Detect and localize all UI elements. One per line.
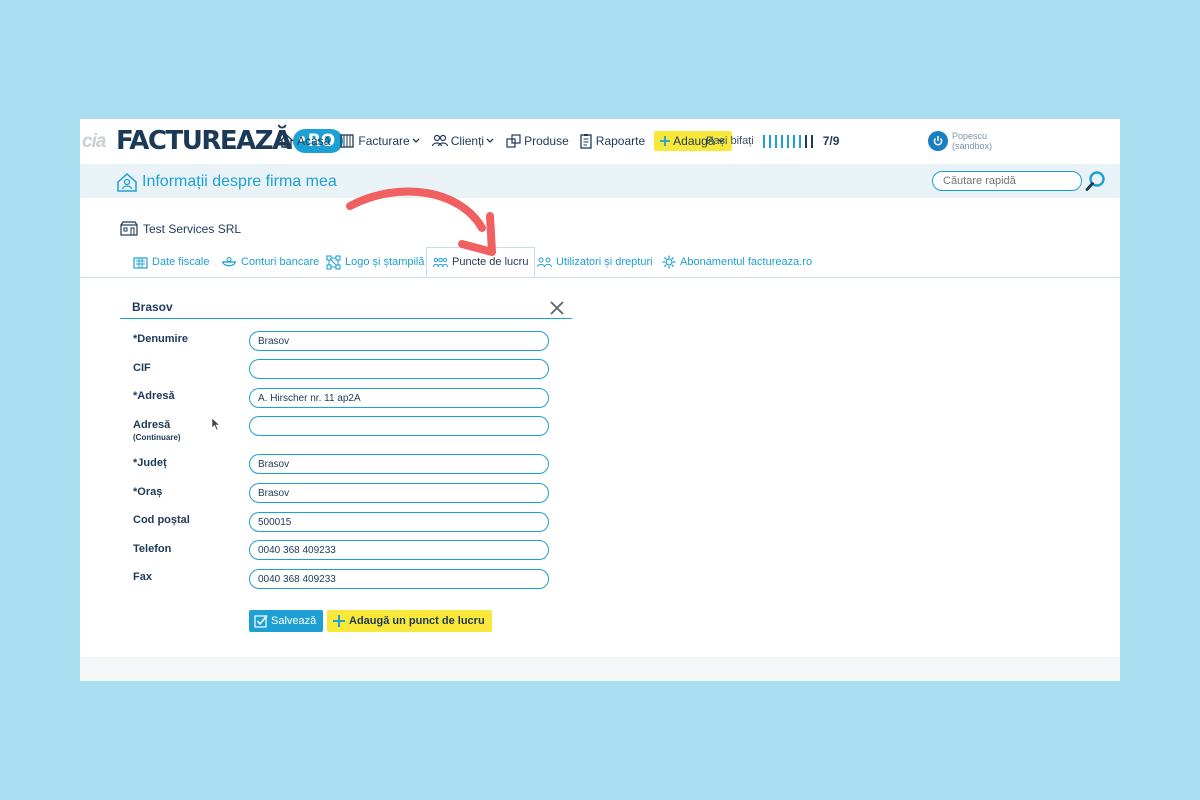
save-button[interactable]: Salvează bbox=[249, 610, 324, 632]
chevron-down-icon bbox=[486, 138, 494, 143]
app-window: cia FACTUREAZĂ RO Acasă Facturare Clienț… bbox=[80, 119, 1120, 681]
users-icon bbox=[537, 257, 552, 268]
user-name: Popescu bbox=[952, 131, 988, 141]
checkbox-check-icon bbox=[254, 615, 268, 628]
settings-tabs: Date fiscale Conturi bancare Logo și șta… bbox=[80, 247, 1120, 278]
label-judet: *Județ bbox=[133, 457, 167, 469]
steps-bars bbox=[762, 134, 817, 148]
subscription-icon bbox=[662, 255, 676, 269]
nav-item-label: Clienți bbox=[450, 134, 485, 148]
bank-icon bbox=[222, 256, 236, 266]
step-bar bbox=[774, 134, 777, 148]
chevron-down-icon bbox=[412, 138, 420, 143]
power-icon[interactable] bbox=[928, 131, 948, 151]
user-info: Popescu (sandbox) bbox=[952, 131, 992, 151]
search-input[interactable] bbox=[932, 171, 1082, 191]
label-telefon: Telefon bbox=[133, 543, 172, 555]
step-bar bbox=[786, 134, 789, 148]
step-bar bbox=[810, 134, 813, 148]
search-icon[interactable] bbox=[1085, 170, 1107, 192]
products-icon bbox=[506, 134, 521, 148]
section-divider bbox=[120, 318, 572, 319]
tab-label: Date fiscale bbox=[152, 256, 210, 268]
plus-icon bbox=[660, 136, 671, 146]
tab-label: Logo și ștampilă bbox=[345, 256, 425, 268]
add-work-point-label: Adaugă un punct de lucru bbox=[349, 615, 485, 627]
top-navbar: cia FACTUREAZĂ RO Acasă Facturare Clienț… bbox=[80, 119, 1120, 164]
tab-utilizatori[interactable]: Utilizatori și drepturi bbox=[537, 251, 653, 273]
workpoints-icon bbox=[433, 257, 448, 268]
fax-input[interactable] bbox=[249, 569, 549, 589]
ghost-logo-text: cia bbox=[82, 131, 106, 152]
user-menu[interactable]: Popescu (sandbox) bbox=[928, 131, 992, 151]
footer-band bbox=[80, 657, 1120, 681]
page-title-text: Informații despre firma mea bbox=[142, 173, 337, 190]
label-cif: CIF bbox=[133, 362, 151, 374]
step-bar bbox=[762, 134, 765, 148]
tab-abonament[interactable]: Abonamentul factureaza.ro bbox=[662, 251, 812, 273]
mouse-cursor-icon bbox=[211, 417, 221, 431]
nav-item-label: Rapoarte bbox=[595, 134, 646, 148]
label-denumire: *Denumire bbox=[133, 333, 189, 345]
nav-item-label: Acasă bbox=[297, 134, 331, 148]
cod-postal-input[interactable] bbox=[249, 512, 549, 532]
tab-label: Abonamentul factureaza.ro bbox=[680, 256, 813, 268]
steps-count: 7/9 bbox=[822, 134, 840, 148]
company-name-text: Test Services SRL bbox=[143, 221, 242, 236]
step-bar bbox=[768, 134, 771, 148]
company-house-icon bbox=[117, 172, 137, 192]
add-work-point-button[interactable]: Adaugă un punct de lucru bbox=[327, 610, 492, 632]
label-cod-postal: Cod poștal bbox=[133, 514, 190, 526]
save-button-label: Salvează bbox=[271, 615, 317, 627]
step-bar bbox=[792, 134, 795, 148]
label-fax: Fax bbox=[133, 571, 152, 583]
close-icon[interactable] bbox=[548, 299, 566, 317]
tab-logo-stampila[interactable]: Logo și ștampilă bbox=[326, 251, 425, 273]
tab-puncte-de-lucru[interactable]: Puncte de lucru bbox=[426, 247, 536, 277]
nav-item-label: Facturare bbox=[358, 134, 410, 148]
section-title: Brasov bbox=[132, 300, 173, 314]
page-title: Informații despre firma mea bbox=[116, 172, 337, 192]
page-header: Informații despre firma mea bbox=[80, 164, 1120, 198]
nav-item-rapoarte[interactable]: Rapoarte bbox=[578, 130, 645, 152]
nav-item-label: Produse bbox=[524, 134, 569, 148]
house-icon bbox=[279, 134, 294, 148]
fiscal-icon bbox=[133, 256, 148, 269]
tab-label: Conturi bancare bbox=[241, 256, 320, 268]
label-oras: *Oraș bbox=[133, 486, 163, 498]
main-nav: Acasă Facturare Clienți Produse Rapoarte bbox=[278, 130, 741, 152]
adresa-continuare-input[interactable] bbox=[249, 416, 549, 436]
cif-input[interactable] bbox=[249, 359, 549, 379]
telefon-input[interactable] bbox=[249, 540, 549, 560]
clients-icon bbox=[431, 134, 448, 147]
user-env: (sandbox) bbox=[952, 141, 993, 151]
label-adresa: *Adresă bbox=[133, 390, 175, 402]
plus-icon bbox=[333, 615, 345, 627]
reports-icon bbox=[580, 134, 592, 149]
step-bar bbox=[798, 134, 801, 148]
invoice-icon bbox=[340, 134, 355, 148]
tab-label: Utilizatori și drepturi bbox=[556, 256, 653, 268]
company-name: Test Services SRL bbox=[120, 221, 241, 236]
judet-input[interactable] bbox=[249, 454, 549, 474]
adresa-input[interactable] bbox=[249, 388, 549, 408]
step-bar bbox=[804, 134, 807, 148]
nav-item-produse[interactable]: Produse bbox=[505, 130, 569, 152]
logo-stamp-icon bbox=[326, 254, 341, 270]
steps-label: Pași bifați bbox=[706, 135, 754, 147]
tab-conturi-bancare[interactable]: Conturi bancare bbox=[221, 251, 319, 273]
logo-text: FACTUREAZĂ bbox=[116, 126, 292, 156]
denumire-input[interactable] bbox=[249, 331, 549, 351]
step-bar bbox=[780, 134, 783, 148]
tab-label: Puncte de lucru bbox=[452, 256, 529, 268]
nav-item-clienti[interactable]: Clienți bbox=[431, 130, 496, 152]
nav-item-facturare[interactable]: Facturare bbox=[339, 130, 421, 152]
nav-item-acasa[interactable]: Acasă bbox=[278, 130, 330, 152]
label-adresa-continuare: Adresă (Continuare) bbox=[133, 419, 181, 442]
building-icon bbox=[120, 221, 138, 236]
steps-progress[interactable]: Pași bifați 7/9 bbox=[706, 131, 839, 151]
oras-input[interactable] bbox=[249, 483, 549, 503]
tab-date-fiscale[interactable]: Date fiscale bbox=[133, 251, 209, 273]
